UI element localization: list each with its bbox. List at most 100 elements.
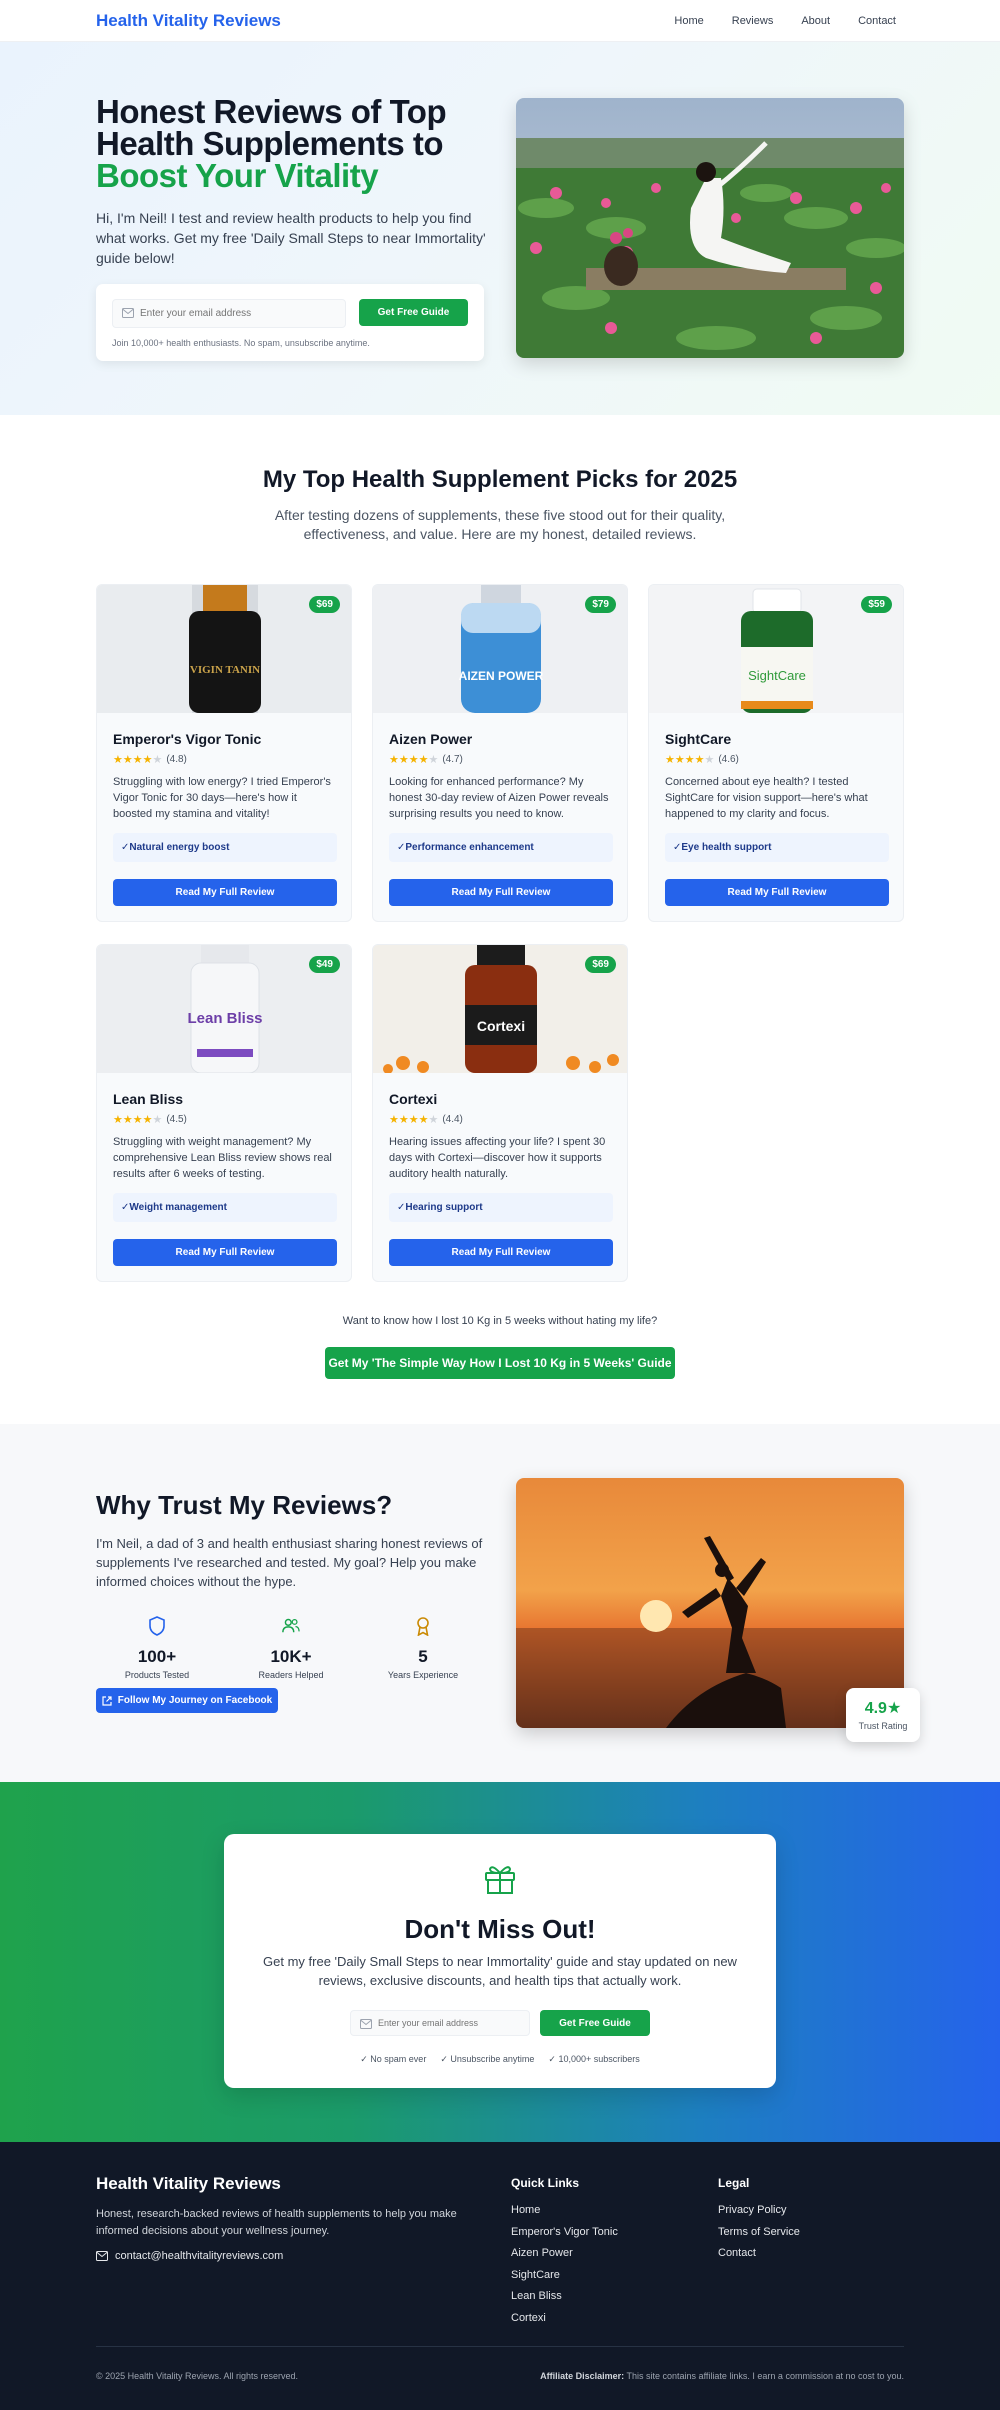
price-badge: $69 — [585, 956, 616, 973]
price-badge: $49 — [309, 956, 340, 973]
footer-link-privacy[interactable]: Privacy Policy — [718, 2204, 800, 2226]
product-rating: ★★★★★ (4.8) — [113, 753, 187, 766]
benefit-tag: ✓Eye health support — [665, 833, 889, 862]
benefit-tag: ✓Performance enhancement — [389, 833, 613, 862]
envelope-icon — [96, 2251, 108, 2261]
trust-text: I'm Neil, a dad of 3 and health enthusia… — [96, 1536, 483, 1589]
footer-email[interactable]: contact@healthvitalityreviews.com — [96, 2250, 283, 2262]
envelope-icon — [360, 2019, 372, 2029]
footer-divider — [96, 2346, 904, 2347]
newsletter-perks: ✓ No spam ever ✓ Unsubscribe anytime ✓ 1… — [224, 2054, 776, 2065]
benefit-tag: ✓Weight management — [113, 1193, 337, 1222]
footer-link-home[interactable]: Home — [511, 2204, 618, 2226]
newsletter-submit-button[interactable]: Get Free Guide — [540, 2010, 650, 2036]
signup-note: Join 10,000+ health enthusiasts. No spam… — [112, 338, 370, 348]
newsletter-title: Don't Miss Out! — [404, 1914, 596, 1944]
facebook-follow-label: Follow My Journey on Facebook — [117, 1695, 273, 1706]
product-card: SightCare $59 SightCare ★★★★★ (4.6) Conc… — [648, 584, 904, 922]
footer: Health Vitality Reviews Honest, research… — [0, 2142, 1000, 2410]
footer-brand: Health Vitality Reviews — [96, 2174, 281, 2193]
product-rating: ★★★★★ (4.7) — [389, 753, 463, 766]
disclaimer-label: Affiliate Disclaimer: — [540, 2371, 625, 2381]
read-review-button[interactable]: Read My Full Review — [113, 1239, 337, 1266]
copyright: © 2025 Health Vitality Reviews. All righ… — [96, 2371, 299, 2381]
product-card: Cortexi $69 Cortexi ★★★★★ (4.4) Hearing … — [372, 944, 628, 1282]
star-rating-icon: ★★★★★ — [113, 754, 163, 766]
hero-email-field[interactable] — [112, 299, 346, 328]
newsletter-card: Don't Miss Out! Get my free 'Daily Small… — [224, 1834, 776, 2088]
product-description: Struggling with low energy? I tried Empe… — [113, 776, 331, 820]
read-review-button[interactable]: Read My Full Review — [665, 879, 889, 906]
nav-link-home[interactable]: Home — [674, 15, 703, 27]
legal-heading: Legal — [718, 2176, 750, 2190]
newsletter-email-field[interactable] — [350, 2010, 530, 2036]
perk-unsubscribe: ✓ Unsubscribe anytime — [440, 2054, 535, 2064]
quick-links-list: Home Emperor's Vigor Tonic Aizen Power S… — [511, 2204, 618, 2333]
external-link-icon — [102, 1695, 112, 1706]
hero-title-highlight: Boost Your Vitality — [96, 157, 379, 194]
award-icon — [417, 1617, 429, 1637]
facebook-follow-button[interactable]: Follow My Journey on Facebook — [96, 1688, 278, 1713]
price-badge: $59 — [861, 596, 892, 613]
quick-links-heading: Quick Links — [511, 2176, 580, 2190]
footer-link-sightcare[interactable]: SightCare — [511, 2269, 618, 2291]
price-badge: $69 — [309, 596, 340, 613]
hero-email-input[interactable] — [140, 300, 340, 327]
stat-value: 100+ — [137, 1647, 177, 1666]
product-card: VIGIN TANIN $69 Emperor's Vigor Tonic ★★… — [96, 584, 352, 922]
footer-link-emperors-vigor-tonic[interactable]: Emperor's Vigor Tonic — [511, 2226, 618, 2248]
perk-no-spam: ✓ No spam ever — [360, 2054, 427, 2064]
product-rating: ★★★★★ (4.4) — [389, 1113, 463, 1126]
footer-link-cortexi[interactable]: Cortexi — [511, 2312, 618, 2334]
product-label-text: VIGIN TANIN — [190, 664, 260, 676]
hero-section: Honest Reviews of Top Health Supplements… — [0, 42, 1000, 415]
footer-link-terms[interactable]: Terms of Service — [718, 2226, 800, 2248]
get-free-guide-button[interactable]: Get Free Guide — [359, 299, 468, 326]
benefit-tag: ✓Natural energy boost — [113, 833, 337, 862]
rating-value: (4.6) — [718, 754, 739, 765]
nav-link-reviews[interactable]: Reviews — [732, 15, 774, 27]
hero-signup-card: Get Free Guide Join 10,000+ health enthu… — [96, 284, 484, 361]
product-name: Cortexi — [389, 1091, 438, 1107]
hero-subtitle: Hi, I'm Neil! I test and review health p… — [96, 210, 486, 266]
footer-link-aizen-power[interactable]: Aizen Power — [511, 2247, 618, 2269]
stat-value: 10K+ — [270, 1647, 312, 1666]
weight-loss-guide-button[interactable]: Get My 'The Simple Way How I Lost 10 Kg … — [325, 1347, 675, 1379]
star-rating-icon: ★★★★★ — [389, 1114, 439, 1126]
product-card: AIZEN POWER $79 Aizen Power ★★★★★ (4.7) … — [372, 584, 628, 922]
product-description: Hearing issues affecting your life? I sp… — [389, 1136, 606, 1180]
stat-label: Readers Helped — [258, 1670, 324, 1680]
benefit-tag: ✓Hearing support — [389, 1193, 613, 1222]
product-name: SightCare — [665, 731, 732, 747]
envelope-icon — [122, 308, 134, 318]
rating-value: (4.8) — [166, 754, 187, 765]
stat-value: 5 — [418, 1647, 428, 1666]
site-logo[interactable]: Health Vitality Reviews — [96, 11, 281, 31]
newsletter-subtitle: Get my free 'Daily Small Steps to near I… — [263, 1954, 737, 1988]
top-nav: Health Vitality Reviews Home Reviews Abo… — [0, 0, 1000, 42]
hero-image — [516, 98, 904, 358]
users-icon — [282, 1618, 300, 1633]
trust-rating-badge: 4.9★ Trust Rating — [846, 1688, 920, 1742]
picks-subtitle: After testing dozens of supplements, the… — [274, 507, 726, 542]
star-rating-icon: ★★★★★ — [113, 1114, 163, 1126]
newsletter-section: Don't Miss Out! Get my free 'Daily Small… — [0, 1782, 1000, 2142]
trust-section: Why Trust My Reviews? I'm Neil, a dad of… — [0, 1424, 1000, 1782]
product-label-text: AIZEN POWER — [459, 669, 544, 683]
product-name: Lean Bliss — [113, 1091, 184, 1107]
nav-link-contact[interactable]: Contact — [858, 15, 896, 27]
stat-label: Years Experience — [387, 1670, 459, 1680]
footer-link-lean-bliss[interactable]: Lean Bliss — [511, 2290, 618, 2312]
read-review-button[interactable]: Read My Full Review — [389, 879, 613, 906]
product-label-text: Lean Bliss — [187, 1010, 262, 1027]
picks-title: My Top Health Supplement Picks for 2025 — [262, 466, 738, 493]
nav-link-about[interactable]: About — [801, 15, 830, 27]
newsletter-email-input[interactable] — [378, 2011, 528, 2035]
footer-email-text: contact@healthvitalityreviews.com — [115, 2250, 284, 2262]
read-review-button[interactable]: Read My Full Review — [113, 879, 337, 906]
stat-products-tested: 100+ Products Tested — [102, 1616, 212, 1680]
hero-title-line1: Honest Reviews of Top — [96, 93, 447, 130]
read-review-button[interactable]: Read My Full Review — [389, 1239, 613, 1266]
guide-question: Want to know how I lost 10 Kg in 5 weeks… — [342, 1315, 658, 1327]
footer-link-contact[interactable]: Contact — [718, 2247, 800, 2269]
